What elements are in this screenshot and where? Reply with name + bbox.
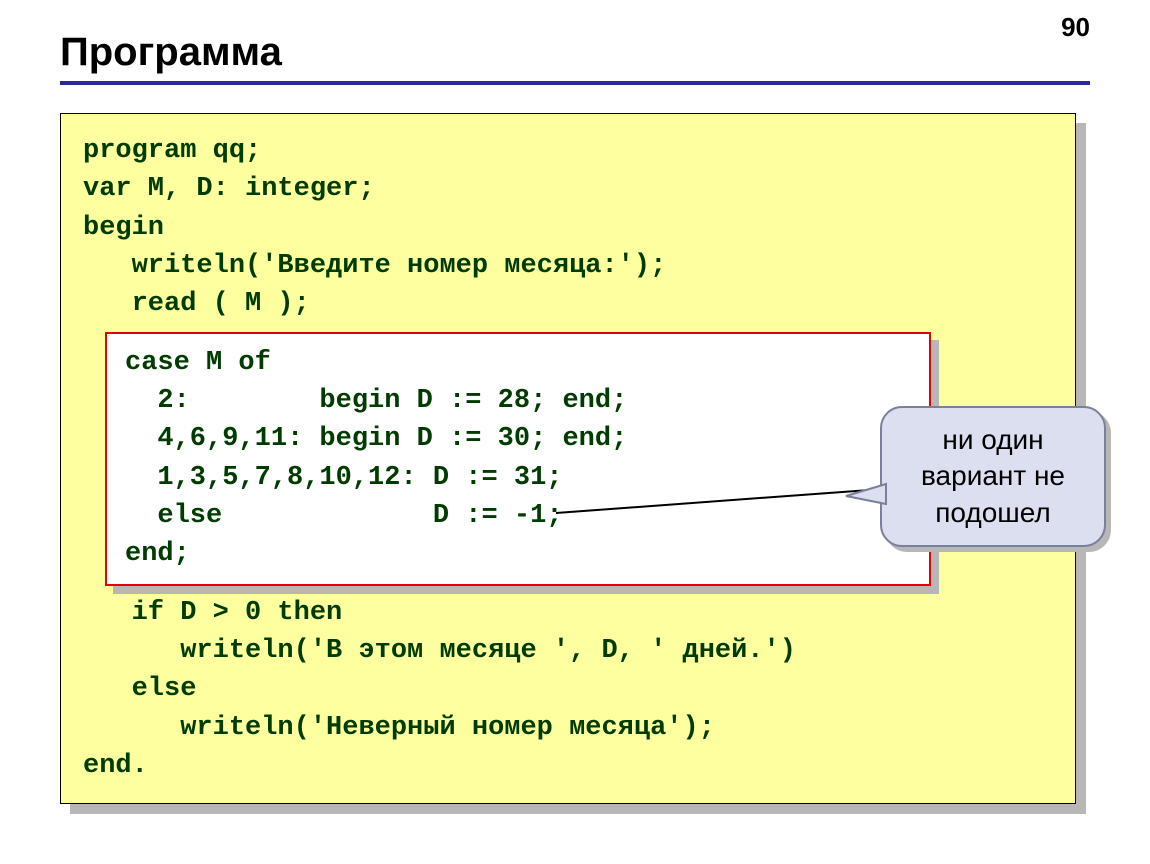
code-line: writeln('В этом месяце ', D, ' дней.') xyxy=(83,636,796,666)
code-line: 1,3,5,7,8,10,12: D := 31; xyxy=(125,463,562,493)
slide-title: Программа xyxy=(60,30,1090,75)
slide: 90 Программа program qq; var M, D: integ… xyxy=(0,0,1150,864)
callout-tail-icon xyxy=(846,484,886,504)
code-line: var M, D: integer; xyxy=(83,174,375,204)
title-rule xyxy=(60,81,1090,85)
code-line: writeln('Неверный номер месяца'); xyxy=(83,713,715,743)
code-line: end. xyxy=(83,751,148,781)
code-line: else xyxy=(83,674,196,704)
code-line: else D := -1; xyxy=(125,501,562,531)
callout-line: вариант не xyxy=(921,460,1065,491)
case-box: case M of 2: begin D := 28; end; 4,6,9,1… xyxy=(105,332,931,586)
callout-line: подошел xyxy=(935,497,1050,528)
code-line: case M of xyxy=(125,348,271,378)
code-line: begin xyxy=(83,213,164,243)
code-line: writeln('Введите номер месяца:'); xyxy=(83,251,666,281)
code-line: if D > 0 then xyxy=(83,598,342,628)
callout: ни один вариант не подошел xyxy=(880,406,1106,547)
callout-body: ни один вариант не подошел xyxy=(880,406,1106,547)
code-line: program qq; xyxy=(83,136,261,166)
code-line: read ( M ); xyxy=(83,289,310,319)
page-number: 90 xyxy=(1061,12,1090,43)
code-line: 2: begin D := 28; end; xyxy=(125,386,627,416)
case-block: case M of 2: begin D := 28; end; 4,6,9,1… xyxy=(105,332,931,586)
code-line: 4,6,9,11: begin D := 30; end; xyxy=(125,424,627,454)
code-line: end; xyxy=(125,539,190,569)
callout-line: ни один xyxy=(942,424,1043,455)
